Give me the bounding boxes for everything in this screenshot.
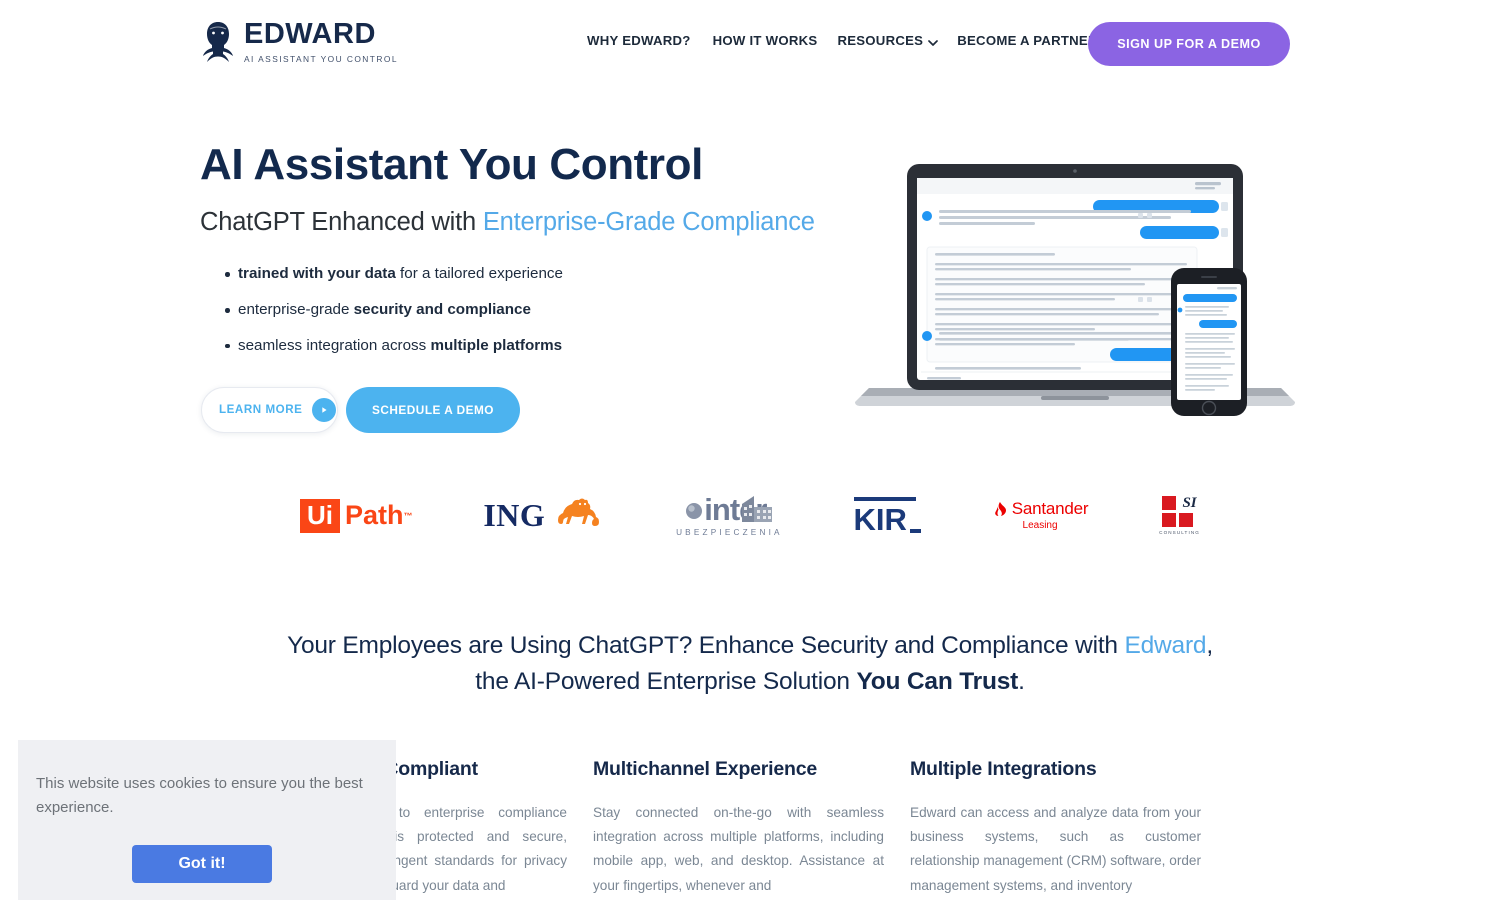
cookie-consent-banner: This website uses cookies to ensure you … xyxy=(18,740,396,900)
feature-title: Multichannel Experience xyxy=(593,758,818,780)
kir-top-bar xyxy=(853,496,916,501)
feature-body: Edward can access and analyze data from … xyxy=(910,805,1201,893)
mid-headline-line1-b: , xyxy=(1206,632,1213,659)
kir-dash-icon xyxy=(909,528,921,533)
si-sub-label: CONSULTING xyxy=(1159,530,1200,535)
inter-sub-label: UBEZPIECZENIA xyxy=(676,528,783,537)
bullet-bold-tail: multiple platforms xyxy=(430,336,563,354)
mid-headline-line1-a: Your Employees are Using ChatGPT? Enhanc… xyxy=(287,632,1125,659)
learn-more-button[interactable]: LEARN MORE xyxy=(201,386,338,433)
hero-subtitle-plain: ChatGPT Enhanced with xyxy=(200,208,483,237)
inter-building-icon xyxy=(742,496,773,522)
logo[interactable]: EDWARD AI ASSISTANT YOU CONTROL xyxy=(201,20,398,64)
chevron-down-icon xyxy=(928,36,939,46)
feature-card-multichannel-experience: Multichannel Experience Stay connected o… xyxy=(593,758,884,898)
ing-wordmark: ING xyxy=(483,497,546,533)
bullet-bold-tail: security and compliance xyxy=(353,301,531,319)
client-logo-uipath: Ui Path ™ xyxy=(300,498,413,533)
play-circle-icon xyxy=(312,397,337,422)
uipath-path-text: Path xyxy=(345,500,404,530)
client-logo-si-consulting: SI CONSULTING xyxy=(1159,495,1200,536)
bullet-bold-lead: trained with your data xyxy=(238,265,396,283)
si-wordmark: SI xyxy=(1182,495,1197,511)
hero-button-group: LEARN MORE SCHEDULE A DEMO xyxy=(200,386,860,433)
santander-sub-label: Leasing xyxy=(1022,520,1058,531)
hero-subtitle-accent: Enterprise-Grade Compliance xyxy=(482,208,815,237)
mid-headline-line2-a: the AI-Powered Enterprise Solution xyxy=(475,668,857,696)
cookie-message: This website uses cookies to ensure you … xyxy=(36,775,363,817)
list-item: trained with your data for a tailored ex… xyxy=(200,264,860,284)
nav-item-resources[interactable]: RESOURCES xyxy=(837,33,939,48)
client-logo-santander: Santander Leasing xyxy=(992,500,1089,531)
uipath-tm: ™ xyxy=(403,510,413,521)
kir-wordmark: KIR xyxy=(853,501,907,537)
client-logo-kir: KIR xyxy=(853,496,921,537)
mid-headline-accent: Edward xyxy=(1124,632,1207,659)
hero-bullet-list: trained with your data for a tailored ex… xyxy=(200,264,860,355)
santander-wordmark: Santander xyxy=(1011,499,1089,518)
mid-headline-line2-bold: You Can Trust xyxy=(856,668,1019,696)
lion-icon xyxy=(551,494,605,537)
feature-card-multiple-integrations: Multiple Integrations Edward can access … xyxy=(910,758,1201,898)
signup-demo-button[interactable]: SIGN UP FOR A DEMO xyxy=(1088,22,1290,66)
list-item: enterprise-grade security and compliance xyxy=(200,300,860,320)
main-nav: WHY EDWARD? HOW IT WORKS RESOURCES BECOM… xyxy=(587,33,1098,48)
cookie-accept-button[interactable]: Got it! xyxy=(132,844,272,883)
logo-tagline: AI ASSISTANT YOU CONTROL xyxy=(244,54,398,64)
feature-columns: Secure and Compliant Edward adheres to e… xyxy=(276,758,1224,898)
landing-page: EDWARD AI ASSISTANT YOU CONTROL WHY EDWA… xyxy=(0,0,1500,900)
inter-sphere-icon xyxy=(686,503,703,519)
schedule-demo-button[interactable]: SCHEDULE A DEMO xyxy=(346,386,520,433)
learn-more-label: LEARN MORE xyxy=(219,403,303,417)
logo-title: EDWARD xyxy=(244,18,376,50)
nav-item-how-it-works[interactable]: HOW IT WORKS xyxy=(713,33,818,48)
client-logo-inter: inter UBEZPIECZENIA xyxy=(676,494,783,537)
mid-headline: Your Employees are Using ChatGPT? Enhanc… xyxy=(250,628,1250,701)
client-logo-strip: Ui Path ™ ING inter UBEZPIECZENIA KIR Sa… xyxy=(300,478,1200,553)
feature-body: Stay connected on-the-go with seamless i… xyxy=(593,805,884,893)
uipath-ui-text: Ui xyxy=(300,498,340,533)
list-item: seamless integration across multiple pla… xyxy=(200,336,860,356)
device-mockup xyxy=(855,150,1295,420)
head-silhouette-icon xyxy=(201,20,235,64)
client-logo-ing: ING xyxy=(483,494,605,537)
nav-item-why-edward[interactable]: WHY EDWARD? xyxy=(587,33,691,48)
hero-subtitle: ChatGPT Enhanced with Enterprise-Grade C… xyxy=(200,208,860,237)
nav-item-resources-label: RESOURCES xyxy=(837,33,924,48)
feature-title: Multiple Integrations xyxy=(910,758,1097,780)
flame-icon xyxy=(994,501,1006,516)
nav-item-become-a-partner[interactable]: BECOME A PARTNER xyxy=(957,33,1098,48)
hero-section: AI Assistant You Control ChatGPT Enhance… xyxy=(200,140,860,433)
bullet-rest: for a tailored experience xyxy=(395,265,563,283)
site-header: EDWARD AI ASSISTANT YOU CONTROL WHY EDWA… xyxy=(0,0,1500,88)
mid-headline-line2-b: . xyxy=(1018,668,1025,696)
bullet-lead: seamless integration across xyxy=(238,336,431,354)
page-title: AI Assistant You Control xyxy=(200,140,703,189)
bullet-lead: enterprise-grade xyxy=(238,301,354,319)
